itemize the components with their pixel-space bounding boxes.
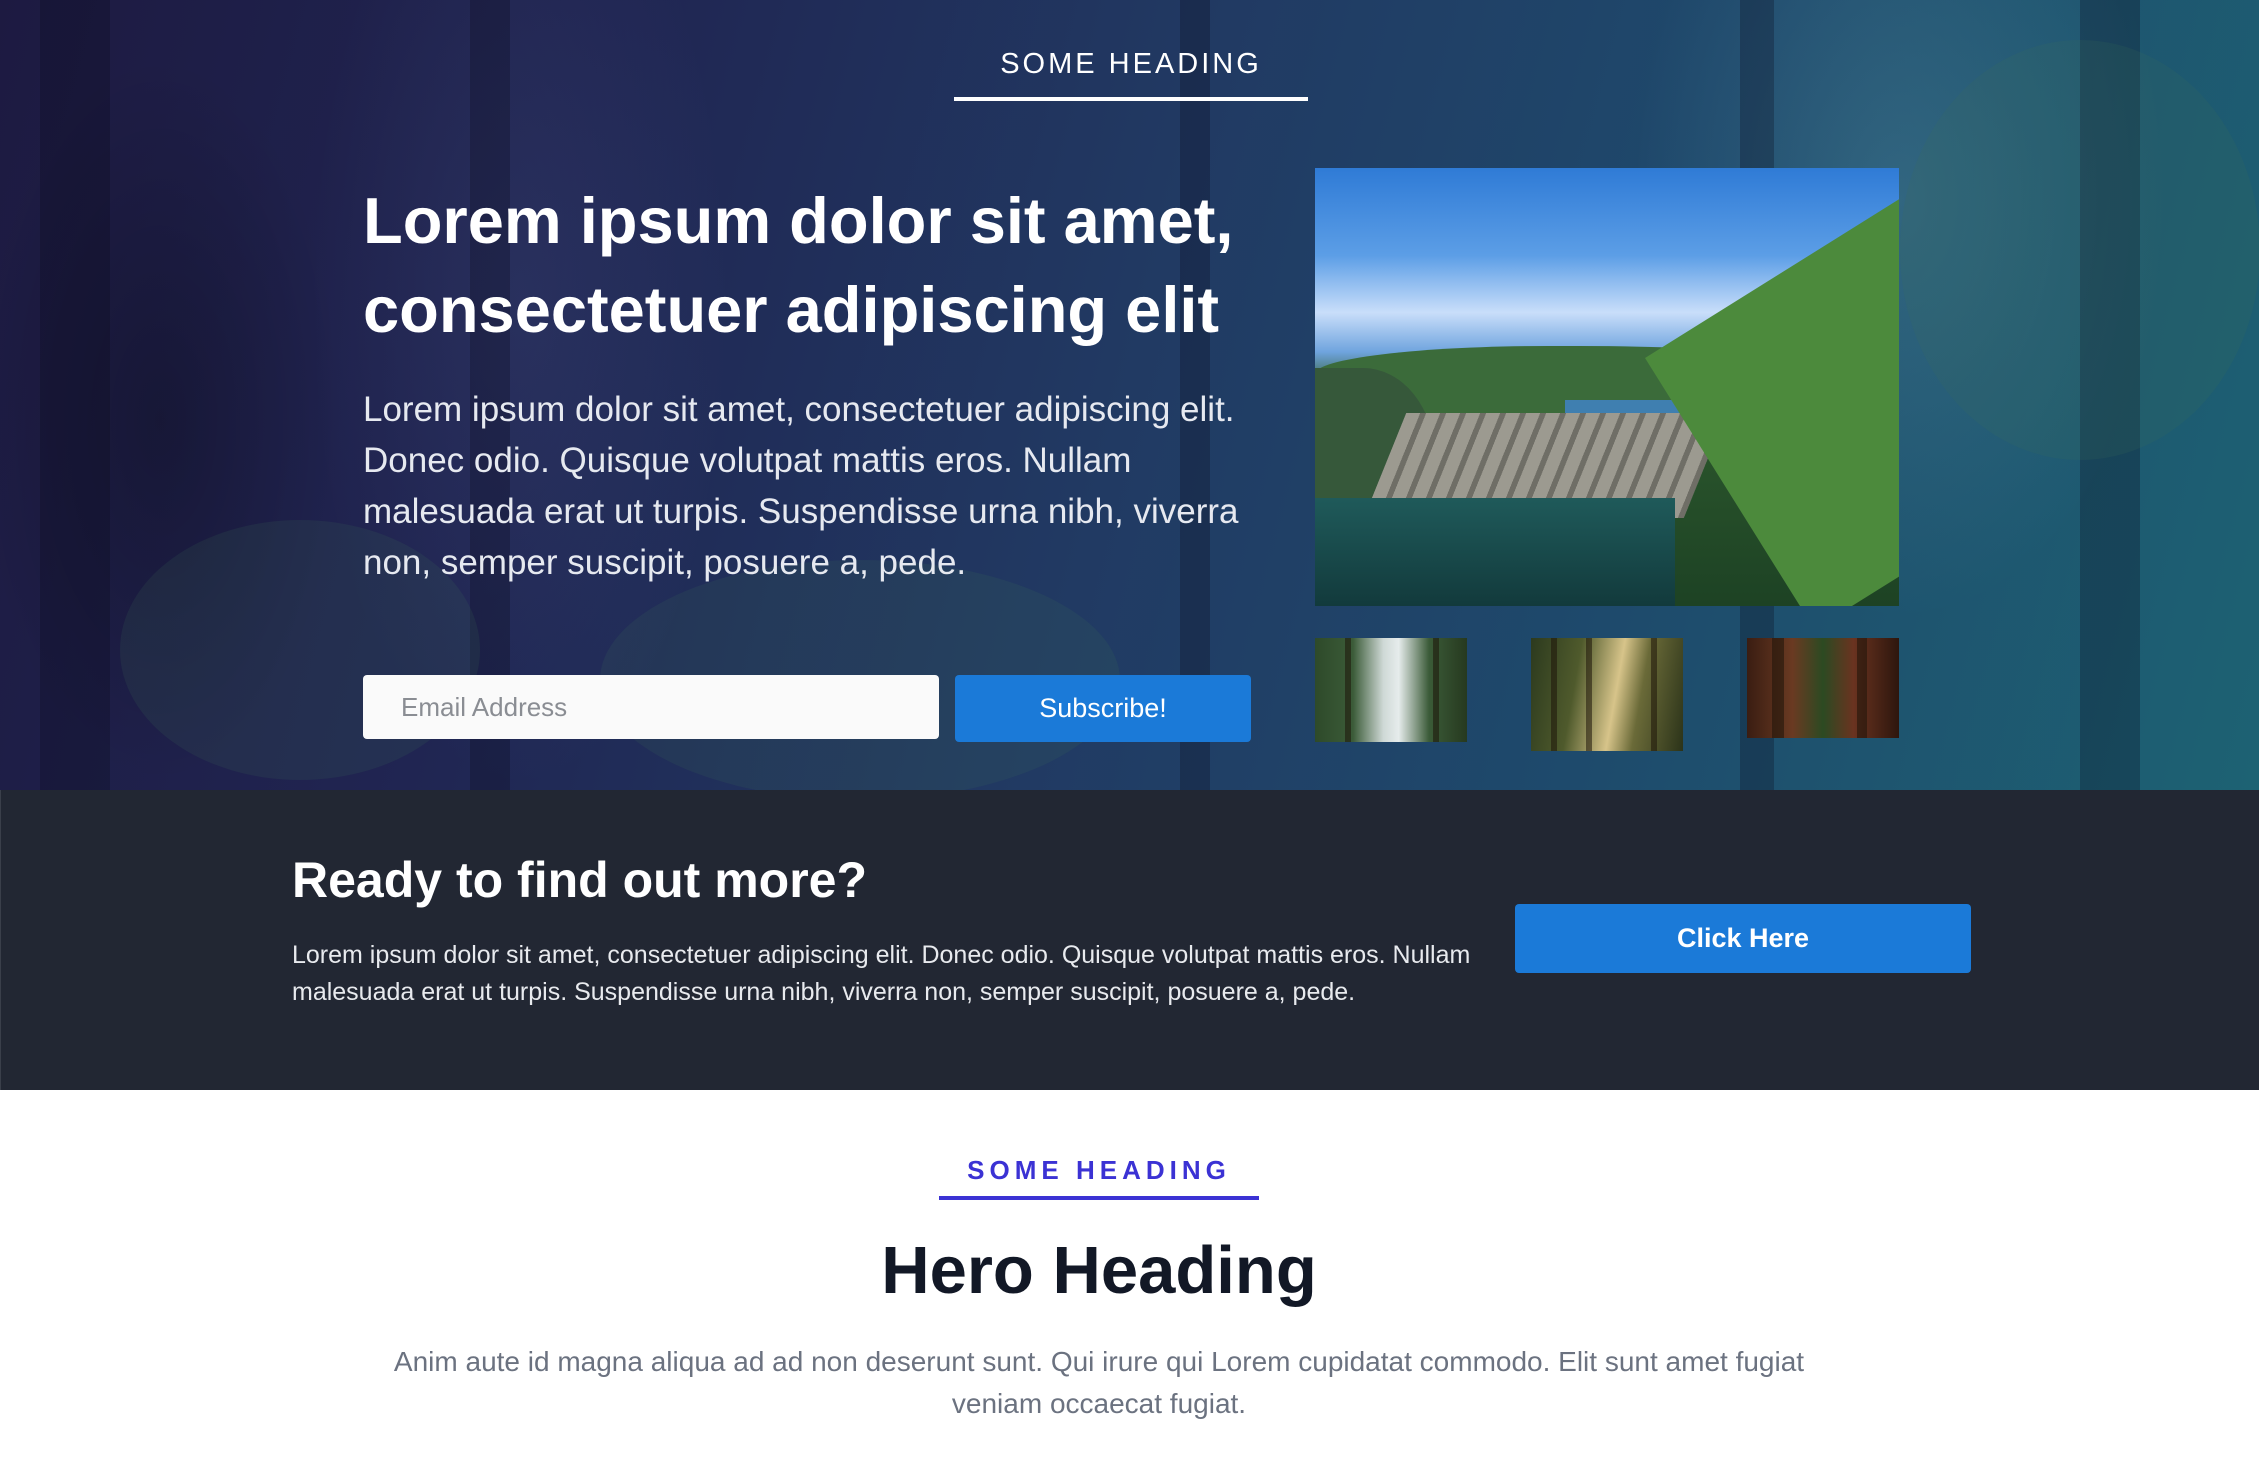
cta-title: Ready to find out more? (292, 852, 867, 908)
hero-description: Lorem ipsum dolor sit amet, consectetuer… (363, 390, 1239, 582)
forest-river-thumbnail[interactable] (1315, 638, 1467, 742)
click-here-button[interactable]: Click Here (1515, 904, 1971, 973)
thumb-tree (1345, 638, 1351, 742)
cta-band: Ready to find out more? Lorem ipsum dolo… (0, 790, 2259, 1090)
sunlit-forest-thumbnail[interactable] (1531, 638, 1683, 751)
dam-landscape-photo (1315, 168, 1899, 606)
cta-description: Lorem ipsum dolor sit amet, consectetuer… (292, 941, 1471, 1006)
hero-title: Lorem ipsum dolor sit amet, consectetuer… (363, 184, 1234, 346)
lower-kicker-underline (939, 1196, 1259, 1200)
hero-heading-description: Anim aute id magna aliqua ad ad non dese… (393, 1346, 1805, 1419)
thumb-tree (1433, 638, 1439, 742)
background-foliage (1900, 40, 2259, 460)
thumb-tree (1651, 638, 1657, 751)
thumb-tree (1586, 638, 1592, 751)
thumb-tree (1551, 638, 1557, 751)
subscribe-button[interactable]: Subscribe! (955, 675, 1251, 742)
thumb-tree (1772, 638, 1784, 738)
background-tree-trunk (40, 0, 110, 790)
hero-kicker-underline (954, 97, 1308, 101)
photo-lower-lake (1315, 498, 1675, 606)
hero-heading: Hero Heading (881, 1233, 1317, 1308)
red-forest-path-thumbnail[interactable] (1747, 638, 1899, 738)
email-input[interactable] (363, 675, 939, 739)
photo-green-cliff (1645, 188, 1899, 606)
hero-kicker-heading: SOME HEADING (1000, 48, 1262, 80)
lower-kicker-heading: SOME HEADING (967, 1155, 1231, 1185)
thumb-tree (1857, 638, 1867, 738)
hero-section: SOME HEADING Lorem ipsum dolor sit amet,… (0, 0, 2259, 790)
